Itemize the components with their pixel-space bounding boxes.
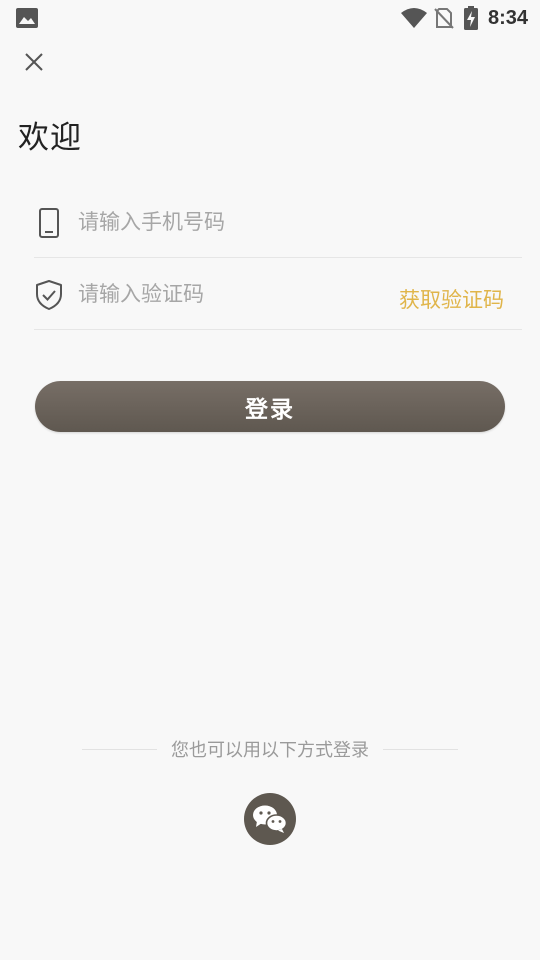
status-icons: 8:34 [400, 5, 528, 31]
wifi-icon [400, 8, 427, 28]
login-screen: 8:34 欢迎 获取验证码 登录 [0, 0, 540, 960]
phone-input[interactable] [78, 202, 378, 242]
divider-line-right [383, 748, 458, 750]
get-code-button[interactable]: 获取验证码 [399, 284, 504, 314]
status-bar: 8:34 [0, 0, 540, 36]
alt-login-divider: 您也可以用以下方式登录 [82, 736, 458, 762]
close-icon [25, 53, 43, 71]
battery-charging-icon [463, 6, 478, 30]
close-button[interactable] [18, 46, 50, 78]
wechat-icon [253, 805, 288, 833]
no-sim-icon [434, 8, 454, 29]
status-time: 8:34 [487, 6, 528, 29]
mobile-phone-icon [34, 206, 64, 240]
wechat-login-button[interactable] [244, 793, 296, 845]
page-title: 欢迎 [18, 120, 82, 156]
shield-check-icon [34, 278, 64, 312]
code-input-row: 获取验证码 [34, 258, 522, 330]
phone-input-row [34, 186, 522, 258]
verification-code-input[interactable] [78, 274, 368, 314]
login-button[interactable]: 登录 [35, 381, 505, 432]
gallery-icon [16, 8, 38, 28]
divider-line-left [82, 748, 157, 750]
alt-login-label: 您也可以用以下方式登录 [171, 740, 369, 761]
